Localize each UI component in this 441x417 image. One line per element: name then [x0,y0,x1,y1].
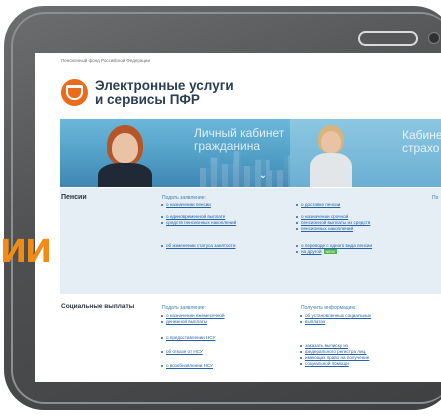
social-apply-heading: Подать заявление: [162,305,206,311]
insurer-cabinet-line-2: страхо [402,141,440,155]
businesswoman-photo [306,125,356,187]
pension-link-with-badge[interactable]: на другой NEW [296,249,337,255]
page-title-line-2: и сервисы ПФР [95,92,200,107]
tablet-screen: Пенсионный фонд Российской Федерации Эле… [35,53,441,382]
pfr-logo-icon[interactable] [61,79,88,106]
businesswoman-face [321,131,341,153]
site-caption: Пенсионный фонд Российской Федерации [61,58,150,63]
pension-link[interactable]: на другой [301,249,322,254]
woman-clothes [98,163,152,187]
social-link[interactable]: денежной выплаты [160,319,207,325]
page-title-line-1: Электронные услуги [95,78,234,93]
pension-link[interactable]: об изменении статуса занятости [160,243,235,249]
chevron-down-icon[interactable]: ⌄ [256,171,270,181]
pension-link[interactable]: о доставке пенсии [295,202,340,208]
pension-link[interactable]: о назначении пенсии [161,202,211,208]
social-link[interactable]: об отказе от НСУ [161,349,203,355]
woman-photo [90,119,160,187]
insurer-cabinet-card[interactable]: Кабинет страхо [290,119,441,187]
social-link[interactable]: выплатах [299,319,325,325]
pension-info-heading: По [432,195,439,201]
new-badge: NEW [323,249,337,254]
pension-section: Пенсии Подать заявление: о назначении пе… [60,188,441,294]
tablet-camera-icon [428,32,440,44]
pension-link[interactable]: пенсионных накоплений [295,226,353,232]
citizen-cabinet-card[interactable]: Личный кабинет гражданина ⌄ [60,119,320,187]
social-info-heading: Получить информацию: [301,305,357,311]
pension-section-title: Пенсии [61,194,87,201]
woman-face [112,133,138,163]
promo-overlay-text: ии [0,223,52,272]
social-section-title: Социальные выплаты [61,303,135,310]
social-link[interactable]: социальной помощи [300,361,349,367]
businesswoman-clothes [310,153,352,187]
pension-link[interactable]: средств пенсионных накоплений [160,220,236,226]
pension-apply-heading: Подать заявление: [162,195,206,201]
citizen-cabinet-line-2: гражданина [194,139,261,153]
logo-emblem [66,85,83,100]
social-link[interactable]: о возобновлении НСУ [161,363,213,369]
page-title: Электронные услуги и сервисы ПФР [95,79,234,107]
tablet-speaker-icon [358,31,418,46]
social-link[interactable]: о предоставлении НСУ [160,335,215,341]
services-panel: Пенсии Подать заявление: о назначении пе… [60,188,441,382]
banner: Личный кабинет гражданина ⌄ Кабинет стра… [60,119,441,187]
